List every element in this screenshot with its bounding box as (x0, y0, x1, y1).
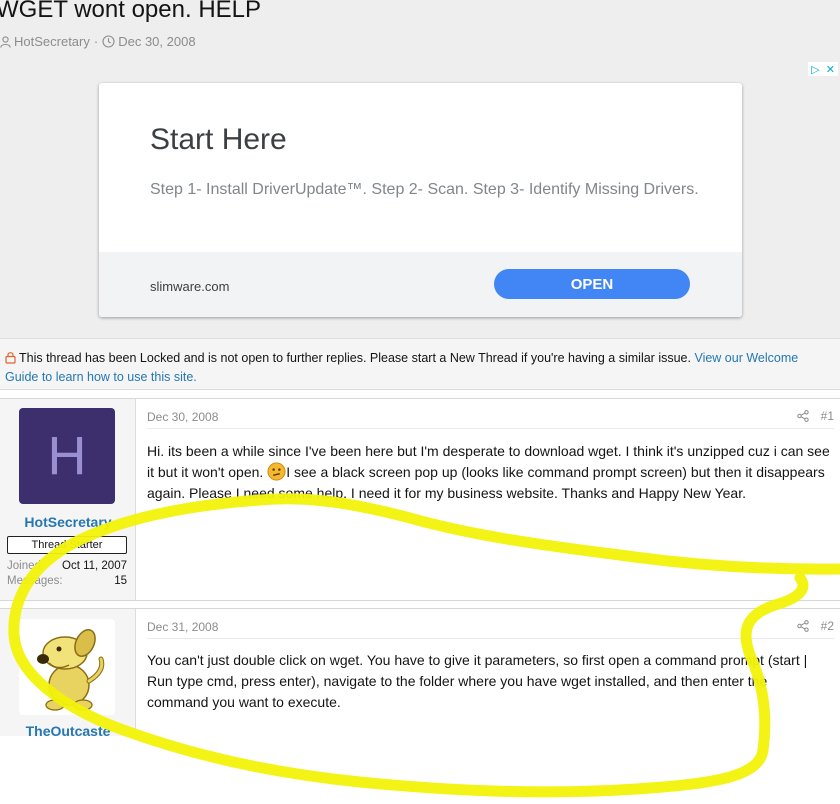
messages-value[interactable]: 15 (114, 575, 127, 587)
joined-stat: Joined: Oct 11, 2007 (7, 560, 127, 572)
post-body: You can't just double click on wget. You… (147, 652, 808, 710)
thread-meta: HotSecretary · Dec 30, 2008 (0, 34, 196, 49)
thread-starter-badge: Thread Starter (7, 536, 127, 554)
locked-notice: This thread has been Locked and is not o… (0, 338, 840, 390)
meta-separator: · (93, 34, 99, 49)
post-number-link[interactable]: #1 (821, 409, 834, 423)
thread-header: WGET wont open. HELP HotSecretary · Dec … (0, 0, 840, 62)
adchoices-icon[interactable]: ▷ (811, 63, 819, 76)
messages-stat: Messages: 15 (7, 575, 127, 587)
username-link[interactable]: HotSecretary (0, 514, 136, 530)
ad-open-button[interactable]: OPEN (494, 269, 690, 299)
locked-notice-text: This thread has been Locked and is not o… (5, 349, 835, 387)
page-title: WGET wont open. HELP (0, 0, 262, 23)
joined-label: Joined: (7, 560, 45, 572)
avatar-letter: H (47, 426, 87, 486)
post-user-panel: TheOutcaste (0, 609, 136, 739)
ad-domain[interactable]: slimware.com (150, 279, 229, 294)
user-icon (0, 35, 11, 48)
post-divider (147, 428, 834, 429)
post-1: H HotSecretary Thread Starter Joined: Oc… (0, 398, 840, 601)
post-number-link[interactable]: #2 (821, 619, 834, 633)
lock-icon (5, 352, 16, 364)
post-tools: #1 (796, 409, 834, 423)
joined-value: Oct 11, 2007 (62, 560, 127, 572)
post-date-link[interactable]: Dec 31, 2008 (147, 620, 218, 634)
post-2: TheOutcaste Dec 31, 2008 #2 You can't ju… (0, 608, 840, 739)
adchoices-badge[interactable]: ▷ ✕ (808, 62, 838, 76)
share-icon[interactable] (796, 620, 809, 632)
ad-close-icon[interactable]: ✕ (826, 63, 835, 76)
messages-label: Messages: (7, 575, 63, 587)
avatar[interactable] (19, 619, 115, 715)
cropped-blank-area (0, 736, 840, 804)
thread-author-link[interactable]: HotSecretary (14, 34, 90, 49)
post-divider (147, 638, 834, 639)
confused-emoji-icon (267, 462, 286, 481)
post-user-panel: H HotSecretary Thread Starter Joined: Oc… (0, 399, 136, 600)
clock-icon (102, 35, 115, 48)
ad-card[interactable]: Start Here Step 1- Install DriverUpdate™… (99, 83, 742, 317)
ad-headline[interactable]: Start Here (150, 123, 287, 157)
share-icon[interactable] (796, 410, 809, 422)
post-body: Hi. its been a while since I've been her… (147, 441, 832, 504)
thread-date-link[interactable]: Dec 30, 2008 (118, 34, 195, 49)
post-tools: #2 (796, 619, 834, 633)
post-date-link[interactable]: Dec 30, 2008 (147, 410, 218, 424)
locked-message: This thread has been Locked and is not o… (19, 351, 691, 365)
ad-footer: slimware.com OPEN (99, 252, 742, 317)
ad-description: Step 1- Install DriverUpdate™. Step 2- S… (150, 181, 699, 198)
avatar[interactable]: H (19, 408, 115, 504)
dog-avatar-icon (37, 629, 105, 711)
